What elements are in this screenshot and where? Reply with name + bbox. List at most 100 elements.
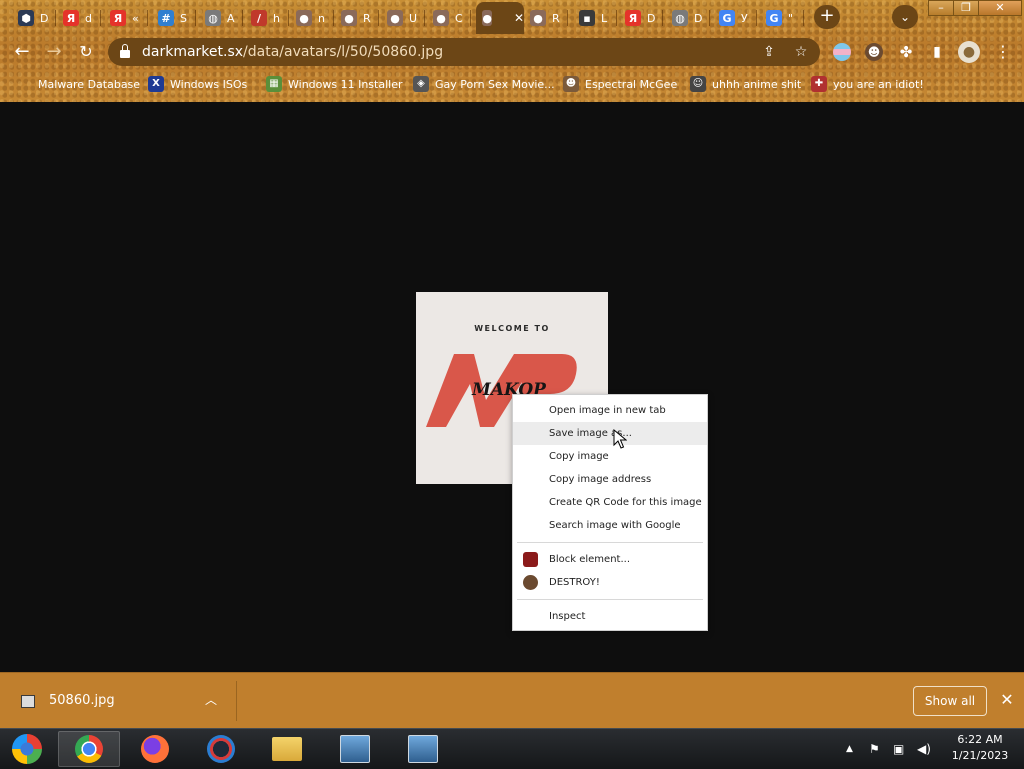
forward-icon[interactable]: →: [42, 40, 66, 64]
extension-avatar-icon[interactable]: ☻: [865, 43, 883, 61]
tab-title: D: [647, 11, 656, 25]
menu-save-image-as[interactable]: Save image as...: [513, 422, 707, 445]
menu-item-label: Search image with Google: [549, 520, 681, 531]
tab-10[interactable]: ● ✕: [476, 2, 524, 34]
taskbar-opera[interactable]: [190, 731, 252, 767]
menu-destroy[interactable]: DESTROY!: [513, 571, 707, 594]
bookmark-star-icon[interactable]: ☆: [792, 43, 810, 61]
tab-11[interactable]: ● R: [524, 6, 568, 30]
avatar-icon: [523, 575, 538, 590]
back-icon[interactable]: ←: [10, 40, 34, 64]
tab-separator: [567, 10, 568, 26]
image-file-icon: [21, 695, 35, 708]
url-text[interactable]: darkmarket.sx/data/avatars/l/50/50860.jp…: [142, 44, 443, 60]
tab-8[interactable]: ● U: [381, 6, 425, 30]
menu-search-image-google[interactable]: Search image with Google: [513, 514, 707, 537]
tab-3[interactable]: # S: [152, 6, 196, 30]
show-hidden-icons[interactable]: ▲: [846, 729, 853, 769]
taskbar-vm-1[interactable]: [324, 731, 386, 767]
bookmark-favicon-icon: ☻: [563, 76, 579, 92]
bookmark-item[interactable]: ◈ Gay Porn Sex Movie...: [413, 75, 555, 93]
tab-separator: [709, 10, 710, 26]
close-tab-icon[interactable]: ✕: [514, 11, 524, 25]
network-icon[interactable]: ▣: [893, 729, 904, 769]
extensions-puzzle-icon[interactable]: ✤: [897, 43, 915, 61]
bookmarks-bar: Malware Database X Windows ISOs ▦ Windows 11…: [0, 70, 1024, 98]
close-window-button[interactable]: ✕: [978, 0, 1022, 16]
tab-12[interactable]: ▪ L: [573, 6, 617, 30]
taskbar-vm-2[interactable]: [392, 731, 454, 767]
menu-copy-image-address[interactable]: Copy image address: [513, 468, 707, 491]
tab-separator: [378, 10, 379, 26]
bookmark-item[interactable]: Malware Database: [16, 75, 140, 93]
tab-15[interactable]: GУ: [713, 6, 757, 30]
tab-separator: [470, 10, 471, 26]
menu-kebab-icon[interactable]: ⋮: [994, 43, 1012, 61]
bookmark-label: Espectral McGee: [585, 77, 678, 91]
menu-inspect[interactable]: Inspect: [513, 605, 707, 628]
minimize-button[interactable]: –: [928, 0, 954, 16]
avatar-icon: ●: [387, 10, 403, 26]
tab-title: D: [694, 11, 703, 25]
show-all-button[interactable]: Show all: [913, 686, 987, 716]
new-tab-button[interactable]: +: [814, 5, 840, 29]
clock-time: 6:22 AM: [957, 733, 1003, 746]
tab-5[interactable]: / h: [245, 6, 289, 30]
menu-item-label: Block element...: [549, 554, 630, 565]
tab-7[interactable]: ● R: [335, 6, 379, 30]
tab-title: R: [363, 11, 371, 25]
system-clock[interactable]: 6:22 AM 1/21/2023: [940, 732, 1020, 764]
volume-icon[interactable]: ◀): [917, 729, 931, 769]
tab-2[interactable]: Я «: [104, 6, 148, 30]
tab-separator: [147, 10, 148, 26]
tab-separator: [333, 10, 334, 26]
tab-14[interactable]: ◍ D: [666, 6, 710, 30]
reload-icon[interactable]: ↻: [74, 40, 98, 64]
tab-strip: ⬢ D Яd Я «# S ◍ A / h ● n ● R ● U ● C ● ✕ ● R ▪ L Я D ◍ D G У G ": [0, 0, 1024, 34]
menu-item-label: DESTROY!: [549, 577, 600, 588]
tab-1[interactable]: Яd: [57, 6, 101, 30]
tab-separator: [242, 10, 243, 26]
tab-16[interactable]: G ": [760, 6, 804, 30]
chevron-up-icon[interactable]: ︿: [205, 691, 217, 708]
tab-13[interactable]: ЯD: [619, 6, 663, 30]
windows-orb-icon: [12, 734, 42, 764]
avatar-icon: ●: [530, 10, 546, 26]
tab-4[interactable]: ◍ A: [199, 6, 243, 30]
menu-copy-image[interactable]: Copy image: [513, 445, 707, 468]
grid-icon: #: [158, 10, 174, 26]
yandex-icon: Я: [625, 10, 641, 26]
taskbar-explorer[interactable]: [256, 731, 318, 767]
menu-block-element[interactable]: Block element...: [513, 548, 707, 571]
address-bar[interactable]: darkmarket.sx/data/avatars/l/50/50860.jp…: [108, 38, 820, 66]
taskbar-chrome[interactable]: [58, 731, 120, 767]
extension-flag-icon[interactable]: [833, 43, 851, 61]
context-menu: Open image in new tab Save image as... Cop…: [512, 394, 708, 631]
tab-0[interactable]: ⬢ D: [12, 6, 56, 30]
tab-6[interactable]: ● n: [290, 6, 334, 30]
tab-9[interactable]: ● C: [427, 6, 471, 30]
menu-create-qr-code[interactable]: Create QR Code for this image: [513, 491, 707, 514]
profile-icon[interactable]: ●: [958, 41, 980, 63]
side-panel-icon[interactable]: ▮: [928, 43, 946, 61]
tab-search-button[interactable]: ⌄: [892, 5, 918, 29]
bookmark-item[interactable]: ☺ uhhh anime shit: [690, 75, 801, 93]
bookmark-item[interactable]: X Windows ISOs: [148, 75, 247, 93]
tab-title: D: [40, 11, 49, 25]
start-button[interactable]: [0, 731, 54, 767]
maximize-button[interactable]: ❐: [953, 0, 979, 16]
tab-title: A: [227, 11, 235, 25]
bookmark-item[interactable]: ▦ Windows 11 Installer: [266, 75, 403, 93]
menu-open-image-new-tab[interactable]: Open image in new tab: [513, 399, 707, 422]
share-icon[interactable]: ⇪: [760, 43, 778, 61]
tab-title: S: [180, 11, 187, 25]
bookmark-item[interactable]: ☻ Espectral McGee: [563, 75, 677, 93]
lock-icon[interactable]: [120, 44, 130, 58]
bookmark-label: Windows 11 Installer: [288, 77, 403, 91]
taskbar-firefox[interactable]: [124, 731, 186, 767]
close-shelf-icon[interactable]: ✕: [997, 686, 1017, 714]
action-center-flag-icon[interactable]: ⚑: [869, 729, 880, 769]
toolbar: ← → ↻ darkmarket.sx/data/avatars/l/50/50…: [0, 34, 1024, 70]
download-item[interactable]: 50860.jpg ︿: [12, 681, 237, 721]
bookmark-item[interactable]: ✚ you are an idiot!: [811, 75, 924, 93]
